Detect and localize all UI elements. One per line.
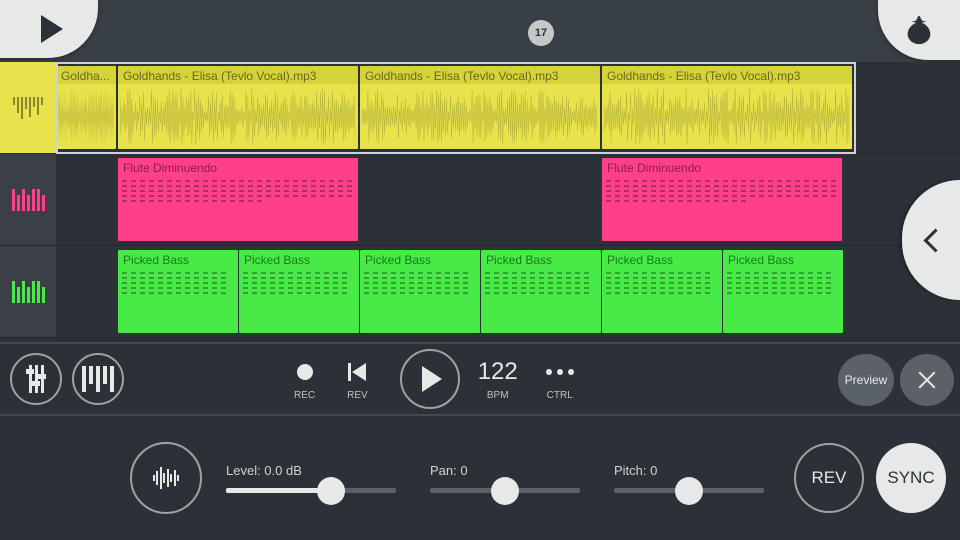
transport-bar: REC REV 122 BPM CTRL Preview <box>0 342 960 416</box>
record-button[interactable]: REC <box>294 358 315 401</box>
ctrl-button[interactable]: CTRL <box>546 358 574 401</box>
skip-back-icon <box>348 363 366 381</box>
clip[interactable]: Goldhands - Elisa (Tevlo Vocal).mp3 <box>602 66 852 149</box>
clip-label: Goldhands - Elisa (Tevlo Vocal).mp3 <box>602 66 852 84</box>
clip[interactable]: Flute Diminuendo <box>602 158 842 241</box>
clip-label: Goldhands - Elisa (Tevlo Vocal).mp3 <box>118 66 358 84</box>
clip-label: Goldha... <box>56 66 116 84</box>
level-slider[interactable] <box>226 488 396 493</box>
piano-icon <box>12 189 45 211</box>
waveform-icon <box>13 97 43 119</box>
clip[interactable]: Goldhands - Elisa (Tevlo Vocal).mp3 <box>360 66 600 149</box>
rewind-button[interactable]: REV <box>347 358 368 401</box>
loop-marker[interactable]: 17 <box>528 20 554 46</box>
bpm-display[interactable]: 122 BPM <box>478 358 518 401</box>
fruit-icon <box>902 13 936 47</box>
clip-label: Picked Bass <box>239 250 359 268</box>
bpm-value: 122 <box>478 358 518 386</box>
pianoroll-button[interactable] <box>72 353 124 405</box>
playlist-area[interactable]: Goldha...Goldhands - Elisa (Tevlo Vocal)… <box>0 62 960 342</box>
more-icon <box>546 369 574 375</box>
clip[interactable]: Picked Bass <box>239 250 359 333</box>
record-label: REC <box>294 390 315 401</box>
clip[interactable]: Picked Bass <box>360 250 480 333</box>
sync-button[interactable]: SYNC <box>876 443 946 513</box>
clip-preview-button[interactable] <box>130 442 202 514</box>
clip[interactable]: Picked Bass <box>481 250 601 333</box>
clip-label: Goldhands - Elisa (Tevlo Vocal).mp3 <box>360 66 600 84</box>
close-button[interactable] <box>900 354 954 406</box>
track-row-pattern-2: Picked BassPicked BassPicked BassPicked … <box>0 246 960 338</box>
clip[interactable]: Goldha... <box>56 66 116 149</box>
piano-icon <box>82 366 114 392</box>
level-label: Level: 0.0 dB <box>226 463 396 478</box>
track-row-audio: Goldha...Goldhands - Elisa (Tevlo Vocal)… <box>0 62 960 154</box>
preview-button[interactable]: Preview <box>838 354 894 406</box>
track-row-pattern-1: Flute Diminuendo Flute Diminuendo <box>0 154 960 246</box>
reverse-button[interactable]: REV <box>794 443 864 513</box>
clip[interactable]: Picked Bass <box>602 250 722 333</box>
clip-label: Picked Bass <box>360 250 480 268</box>
mixer-button[interactable] <box>10 353 62 405</box>
pan-slider[interactable] <box>430 488 580 493</box>
clip-edit-panel: Level: 0.0 dB Pan: 0 Pitch: 0 REV SYNC <box>0 416 960 540</box>
track-header[interactable] <box>0 246 56 337</box>
clip-label: Picked Bass <box>118 250 238 268</box>
clip[interactable]: Flute Diminuendo <box>118 158 358 241</box>
slider-thumb[interactable] <box>491 477 519 505</box>
play-button[interactable] <box>400 349 460 409</box>
pitch-slider[interactable] <box>614 488 764 493</box>
record-icon <box>297 364 313 380</box>
clip[interactable]: Picked Bass <box>723 250 843 333</box>
rewind-label: REV <box>347 390 368 401</box>
mixer-icon <box>29 365 44 393</box>
clip-label: Flute Diminuendo <box>602 158 842 176</box>
track-header[interactable] <box>0 62 56 153</box>
play-icon <box>41 15 63 43</box>
fl-logo-button[interactable] <box>878 0 960 60</box>
clip[interactable]: Picked Bass <box>118 250 238 333</box>
clip-label: Picked Bass <box>723 250 843 268</box>
waveform-icon <box>153 467 180 489</box>
play-button-top[interactable] <box>0 0 98 58</box>
track-header[interactable] <box>0 154 56 245</box>
clip[interactable]: Goldhands - Elisa (Tevlo Vocal).mp3 <box>118 66 358 149</box>
clip-label: Flute Diminuendo <box>118 158 358 176</box>
clip-label: Picked Bass <box>481 250 601 268</box>
ctrl-label: CTRL <box>547 390 573 401</box>
clip-label: Picked Bass <box>602 250 722 268</box>
bpm-label: BPM <box>487 390 509 401</box>
slider-thumb[interactable] <box>317 477 345 505</box>
piano-icon <box>12 281 45 303</box>
play-icon <box>422 366 442 392</box>
slider-thumb[interactable] <box>675 477 703 505</box>
